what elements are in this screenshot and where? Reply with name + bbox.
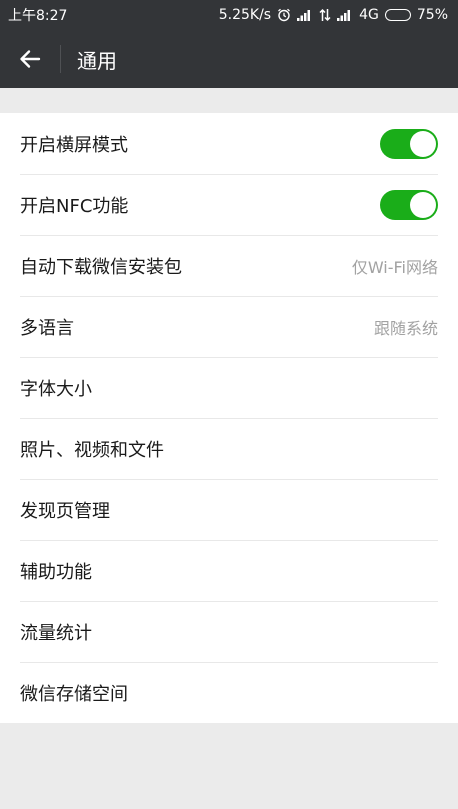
settings-row-label: 流量统计	[20, 622, 92, 644]
status-time: 上午8:27	[8, 8, 68, 24]
settings-row-label: 开启NFC功能	[20, 195, 129, 217]
settings-row-label: 辅助功能	[20, 561, 92, 583]
toggle-switch[interactable]	[380, 128, 438, 159]
settings-row[interactable]: 自动下载微信安装包 仅Wi-Fi网络	[0, 235, 458, 296]
settings-row-label: 微信存储空间	[20, 683, 128, 705]
status-icons: 5.25K/s 4G 75%	[219, 7, 448, 23]
data-transfer-icon	[319, 8, 331, 22]
title-divider	[60, 45, 61, 73]
toggle-knob	[410, 130, 436, 157]
settings-row-label: 开启横屏模式	[20, 134, 128, 156]
network-type: 4G	[359, 7, 379, 23]
title-bar: 通用	[0, 30, 458, 88]
settings-row[interactable]: 开启NFC功能	[0, 174, 458, 235]
settings-row-label: 多语言	[20, 317, 74, 339]
signal-icon-secondary	[337, 9, 353, 21]
status-bar: 上午8:27 5.25K/s 4G 75%	[0, 0, 458, 30]
settings-row-label: 自动下载微信安装包	[20, 256, 182, 278]
settings-row-label: 字体大小	[20, 378, 92, 400]
settings-row-label: 照片、视频和文件	[20, 439, 164, 461]
settings-row[interactable]: 微信存储空间	[0, 662, 458, 723]
settings-row[interactable]: 多语言 跟随系统	[0, 296, 458, 357]
toggle-knob	[410, 191, 436, 218]
net-speed: 5.25K/s	[218, 7, 272, 23]
battery-icon	[384, 9, 411, 21]
back-button[interactable]	[0, 30, 60, 88]
alarm-icon	[277, 8, 291, 22]
settings-row[interactable]: 照片、视频和文件	[0, 418, 458, 479]
battery-percent: 75%	[416, 7, 448, 23]
settings-row[interactable]: 辅助功能	[0, 540, 458, 601]
settings-row[interactable]: 开启横屏模式	[0, 113, 458, 174]
page-title: 通用	[77, 48, 117, 73]
settings-row-value: 仅Wi-Fi网络	[351, 257, 438, 277]
arrow-left-icon	[19, 49, 41, 69]
settings-list: 开启横屏模式 开启NFC功能自动下载微信安装包 仅Wi-Fi网络多语言 跟随系统字体大…	[0, 113, 458, 723]
signal-icon	[297, 9, 313, 21]
top-bar: 上午8:27 5.25K/s 4G 75% 通用	[0, 0, 458, 88]
screen: 上午8:27 5.25K/s 4G 75% 通用 开启横屏模式 开启NFC功能 …	[0, 0, 458, 809]
settings-row-value: 跟随系统	[373, 318, 438, 338]
section-gap	[0, 88, 458, 113]
settings-row[interactable]: 字体大小	[0, 357, 458, 418]
settings-row[interactable]: 流量统计	[0, 601, 458, 662]
toggle-switch[interactable]	[380, 189, 438, 220]
settings-row-label: 发现页管理	[20, 500, 110, 522]
settings-row[interactable]: 发现页管理	[0, 479, 458, 540]
